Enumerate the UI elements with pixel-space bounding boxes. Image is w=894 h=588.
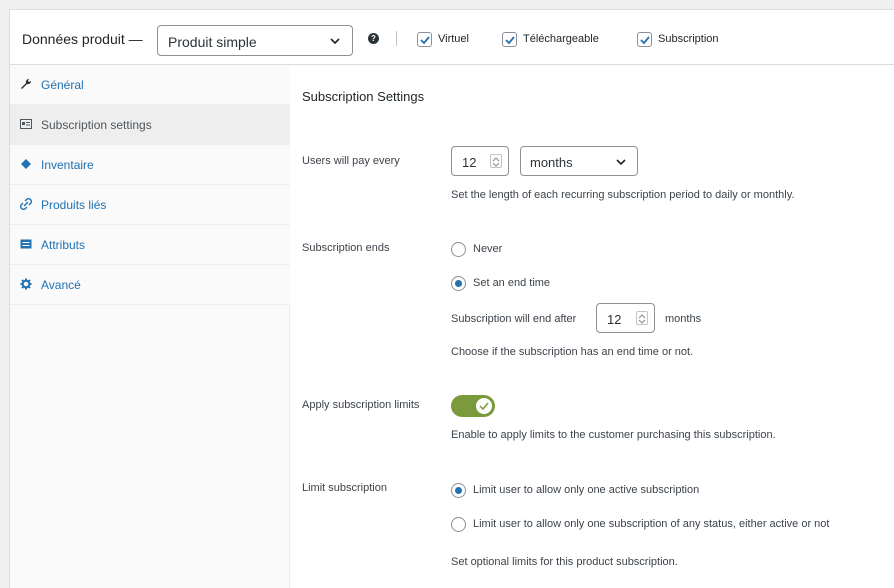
checkmark-icon — [479, 402, 489, 410]
limit-active-label: Limit user to allow only one active subs… — [473, 484, 700, 496]
radio-button[interactable] — [451, 483, 466, 498]
limits-label: Apply subscription limits — [302, 399, 420, 411]
toggle-knob — [476, 398, 492, 414]
checkbox-box[interactable] — [637, 32, 652, 47]
tab-inventory-label: Inventaire — [41, 158, 94, 172]
limit-subscription-label: Limit subscription — [302, 482, 387, 494]
tab-advanced[interactable]: Avancé — [10, 265, 290, 305]
tag-icon — [21, 159, 31, 169]
pay-every-description: Set the length of each recurring subscri… — [451, 189, 795, 201]
wrench-icon — [21, 78, 32, 89]
end-after-unit: months — [665, 313, 702, 325]
product-data-header: Données produit — Produit simple ? Virtu… — [10, 10, 894, 65]
subscription-label: Subscription — [658, 33, 719, 45]
product-type-value: Produit simple — [168, 34, 257, 50]
section-title: Subscription Settings — [302, 89, 425, 104]
tab-subscription-settings[interactable]: Subscription settings — [10, 105, 290, 145]
chevron-down-icon — [616, 159, 626, 166]
product-data-title: Données produit — — [22, 31, 143, 47]
virtual-label: Virtuel — [438, 33, 469, 45]
ends-description: Choose if the subscription has an end ti… — [451, 346, 694, 358]
tab-general[interactable]: Général — [10, 65, 290, 105]
checkmark-icon — [420, 36, 430, 45]
radio-button[interactable] — [451, 242, 466, 257]
limits-description: Enable to apply limits to the customer p… — [451, 429, 776, 441]
pay-every-label: Users will pay every — [302, 155, 400, 167]
checkmark-icon — [640, 36, 650, 45]
help-icon[interactable]: ? — [368, 33, 379, 44]
tab-linked-products[interactable]: Produits liés — [10, 185, 290, 225]
end-after-number-input[interactable]: 12 — [596, 303, 655, 333]
pay-every-value: 12 — [462, 155, 477, 170]
tab-linked-products-label: Produits liés — [41, 198, 107, 212]
subscription-settings-panel: Subscription Settings Users will pay eve… — [291, 65, 894, 588]
tab-subscription-settings-label: Subscription settings — [41, 118, 152, 132]
tab-general-label: Général — [41, 78, 84, 92]
pay-period-select[interactable]: months — [520, 146, 638, 176]
tab-inventory[interactable]: Inventaire — [10, 145, 290, 185]
ends-end-time-label: Set an end time — [473, 277, 551, 289]
tab-advanced-label: Avancé — [41, 278, 81, 292]
card-icon — [20, 119, 32, 129]
link-icon — [20, 198, 32, 210]
ends-label: Subscription ends — [302, 242, 390, 254]
tab-attributes[interactable]: Attributs — [10, 225, 290, 265]
downloadable-label: Téléchargeable — [523, 33, 599, 45]
tab-attributes-label: Attributs — [41, 238, 86, 252]
limit-any-label: Limit user to allow only one subscriptio… — [473, 518, 830, 530]
stepper-arrows-icon[interactable] — [636, 311, 648, 325]
ends-never-label: Never — [473, 243, 503, 255]
radio-button[interactable] — [451, 517, 466, 532]
pay-every-number-input[interactable]: 12 — [451, 146, 509, 176]
checkbox-box[interactable] — [502, 32, 517, 47]
product-data-tabs: Général Subscription settings Inventaire… — [10, 65, 290, 588]
stepper-arrows-icon[interactable] — [490, 154, 502, 168]
radio-button[interactable] — [451, 276, 466, 291]
product-data-panel: Données produit — Produit simple ? Virtu… — [9, 9, 894, 588]
end-after-label: Subscription will end after — [451, 313, 577, 325]
chevron-down-icon — [330, 38, 340, 45]
header-divider — [396, 31, 397, 46]
limits-toggle[interactable] — [451, 395, 495, 417]
gear-icon — [20, 278, 32, 290]
end-after-value: 12 — [607, 312, 622, 327]
product-type-select[interactable]: Produit simple — [157, 25, 353, 56]
checkbox-box[interactable] — [417, 32, 432, 47]
limit-subscription-description: Set optional limits for this product sub… — [451, 556, 678, 568]
checkmark-icon — [505, 36, 515, 45]
list-icon — [20, 239, 32, 249]
pay-period-value: months — [530, 155, 573, 170]
